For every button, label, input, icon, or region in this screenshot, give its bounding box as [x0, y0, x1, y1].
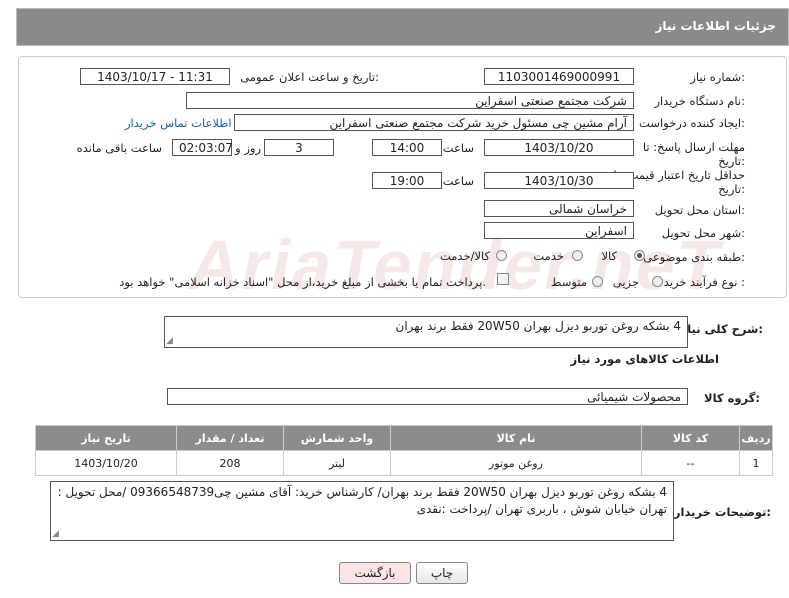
creator-field: آرام مشین چی مسئول خرید شرکت مجتمع صنعتی… — [234, 114, 634, 131]
item-name-cell: روغن موتور — [390, 450, 642, 476]
price-valid-date-field: 1403/10/30 — [484, 172, 634, 189]
city-label: شهر محل تحویل: — [661, 226, 745, 240]
days-field: 3 — [264, 139, 334, 156]
need-number-field: 1103001469000991 — [484, 68, 634, 85]
process-label: نوع فرآیند خرید : — [663, 275, 745, 289]
category-goods-label: کالا — [601, 249, 617, 263]
buyer-org-label: نام دستگاه خریدار: — [654, 94, 745, 108]
column-header: واحد شمارش — [283, 425, 391, 451]
process-medium-label: متوسط — [550, 275, 587, 289]
province-field: خراسان شمالی — [484, 200, 634, 217]
column-header: نام کالا — [390, 425, 642, 451]
resize-handle-icon[interactable]: ◢ — [166, 336, 173, 346]
item-code-cell: -- — [641, 450, 740, 476]
deadline-time-label: ساعت — [442, 141, 474, 155]
creator-label: ایجاد کننده درخواست: — [639, 116, 745, 130]
deadline-date-field: 1403/10/20 — [484, 139, 634, 156]
goods-table: ردیف کد کالا نام کالا واحد شمارش تعداد /… — [35, 425, 773, 476]
table-row: 1 -- روغن موتور لیتر 208 1403/10/20 — [35, 450, 773, 476]
price-valid-time-field: 19:00 — [372, 172, 442, 189]
goods-group-field: محصولات شیمیائی — [167, 388, 688, 405]
deadline-time-field: 14:00 — [372, 139, 442, 156]
need-date-cell: 1403/10/20 — [35, 450, 177, 476]
table-header-row: ردیف کد کالا نام کالا واحد شمارش تعداد /… — [35, 425, 773, 451]
process-minor-label: جزیی — [612, 275, 639, 289]
deadline-label-2: تاریخ: — [718, 154, 745, 168]
category-both-radio[interactable] — [496, 250, 507, 261]
city-field: اسفراین — [484, 222, 634, 239]
category-service-label: خدمت — [533, 249, 564, 263]
category-label: طبقه بندی موضوعی: — [643, 250, 745, 264]
buyer-org-field: شرکت مجتمع صنعتی اسفراین — [186, 92, 634, 109]
column-header: کد کالا — [641, 425, 740, 451]
row-number-cell: 1 — [739, 450, 773, 476]
payment-note: پرداخت تمام یا بخشی از مبلغ خرید،از محل … — [119, 275, 486, 289]
contact-info-link[interactable]: اطلاعات تماس خریدار — [125, 116, 232, 130]
watermark-logo: AriaTender.neT — [183, 226, 730, 304]
goods-section-title: اطلاعات کالاهای مورد نیاز — [570, 352, 719, 366]
remaining-label: ساعت باقی مانده — [76, 141, 162, 155]
column-header: تاریخ نیاز — [35, 425, 177, 451]
resize-handle-icon[interactable]: ◢ — [52, 529, 59, 539]
category-service-radio[interactable] — [572, 250, 583, 261]
buyer-notes-label: توضیحات خریدار: — [673, 505, 771, 519]
process-minor-radio[interactable] — [652, 276, 663, 287]
unit-cell: لیتر — [283, 450, 391, 476]
treasury-payment-checkbox[interactable] — [497, 273, 509, 285]
price-valid-time-label: ساعت — [442, 174, 474, 188]
column-header: ردیف — [739, 425, 773, 451]
description-field[interactable]: 4 بشکه روغن توربو دیزل بهران 20W50 فقط ب… — [164, 316, 688, 348]
remaining-time-field: 02:03:07 — [172, 139, 233, 156]
quantity-cell: 208 — [176, 450, 284, 476]
process-medium-radio[interactable] — [592, 276, 603, 287]
category-goods-radio[interactable] — [634, 250, 645, 261]
days-label: روز و — [235, 141, 261, 155]
announce-field: 1403/10/17 - 11:31 — [80, 68, 230, 85]
print-button[interactable]: چاپ — [416, 562, 468, 584]
category-both-label: کالا/خدمت — [439, 249, 490, 263]
column-header: تعداد / مقدار — [176, 425, 284, 451]
province-label: استان محل تحویل: — [654, 203, 745, 217]
header-bar: جزئیات اطلاعات نیاز — [16, 8, 789, 46]
goods-group-label: گروه کالا: — [704, 391, 760, 405]
page-title: جزئیات اطلاعات نیاز — [655, 19, 776, 33]
deadline-label: مهلت ارسال پاسخ: تا — [642, 140, 745, 154]
price-valid-label-2: تاریخ: — [718, 182, 745, 196]
need-number-label: شماره نیاز: — [690, 70, 745, 84]
back-button[interactable]: بازگشت — [339, 562, 411, 584]
announce-label: تاریخ و ساعت اعلان عمومی: — [240, 70, 379, 84]
buyer-notes-field[interactable]: 4 بشکه روغن توربو دیزل بهران 20W50 فقط ب… — [50, 481, 674, 541]
description-label: شرح کلی نیاز: — [680, 322, 763, 336]
